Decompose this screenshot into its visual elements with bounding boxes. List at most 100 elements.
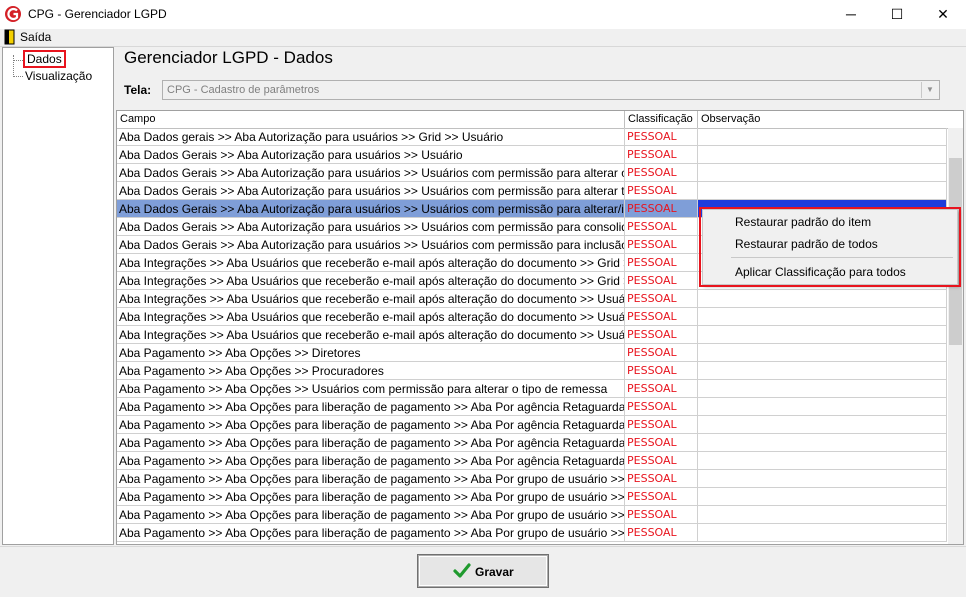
cell-classificacao[interactable]: PESSOAL: [625, 452, 698, 470]
cell-campo[interactable]: Aba Pagamento >> Aba Opções para liberaç…: [117, 398, 625, 416]
table-row[interactable]: Aba Pagamento >> Aba Opções para liberaç…: [117, 524, 947, 542]
cell-observacao[interactable]: [698, 146, 947, 164]
cell-classificacao[interactable]: PESSOAL: [625, 254, 698, 272]
table-row[interactable]: Aba Dados Gerais >> Aba Autorização para…: [117, 146, 947, 164]
table-row[interactable]: Aba Pagamento >> Aba Opções >> Diretores…: [117, 344, 947, 362]
cell-campo[interactable]: Aba Pagamento >> Aba Opções para liberaç…: [117, 506, 625, 524]
cell-campo[interactable]: Aba Integrações >> Aba Usuários que rece…: [117, 290, 625, 308]
table-row[interactable]: Aba Dados Gerais >> Aba Autorização para…: [117, 182, 947, 200]
cell-campo[interactable]: Aba Integrações >> Aba Usuários que rece…: [117, 254, 625, 272]
cell-classificacao[interactable]: PESSOAL: [625, 200, 698, 218]
cell-campo[interactable]: Aba Dados Gerais >> Aba Autorização para…: [117, 236, 625, 254]
cell-campo[interactable]: Aba Pagamento >> Aba Opções para liberaç…: [117, 470, 625, 488]
cell-campo[interactable]: Aba Dados Gerais >> Aba Autorização para…: [117, 146, 625, 164]
cell-classificacao[interactable]: PESSOAL: [625, 236, 698, 254]
cell-campo[interactable]: Aba Pagamento >> Aba Opções para liberaç…: [117, 416, 625, 434]
cell-classificacao[interactable]: PESSOAL: [625, 164, 698, 182]
cell-observacao[interactable]: [698, 416, 947, 434]
cell-observacao[interactable]: [698, 128, 947, 146]
cell-campo[interactable]: Aba Integrações >> Aba Usuários que rece…: [117, 326, 625, 344]
cell-campo[interactable]: Aba Dados Gerais >> Aba Autorização para…: [117, 164, 625, 182]
tela-select[interactable]: CPG - Cadastro de parâmetros ▼: [162, 80, 940, 100]
grid-header: Campo Classificação Observação: [117, 111, 963, 129]
column-header-campo[interactable]: Campo: [117, 111, 625, 128]
title-bar: CPG - Gerenciador LGPD ─ ☐ ✕: [0, 0, 966, 29]
close-button[interactable]: ✕: [920, 0, 966, 29]
vertical-scrollbar[interactable]: [948, 128, 963, 544]
cell-campo[interactable]: Aba Integrações >> Aba Usuários que rece…: [117, 272, 625, 290]
cell-classificacao[interactable]: PESSOAL: [625, 344, 698, 362]
tree-item-dados[interactable]: Dados: [23, 50, 66, 68]
cell-observacao[interactable]: [698, 164, 947, 182]
cell-classificacao[interactable]: PESSOAL: [625, 290, 698, 308]
table-row[interactable]: Aba Integrações >> Aba Usuários que rece…: [117, 326, 947, 344]
cell-campo[interactable]: Aba Pagamento >> Aba Opções para liberaç…: [117, 452, 625, 470]
cell-classificacao[interactable]: PESSOAL: [625, 416, 698, 434]
table-row[interactable]: Aba Pagamento >> Aba Opções para liberaç…: [117, 506, 947, 524]
cell-campo[interactable]: Aba Pagamento >> Aba Opções para liberaç…: [117, 524, 625, 542]
table-row[interactable]: Aba Pagamento >> Aba Opções para liberaç…: [117, 452, 947, 470]
cell-observacao[interactable]: [698, 470, 947, 488]
table-row[interactable]: Aba Integrações >> Aba Usuários que rece…: [117, 290, 947, 308]
table-row[interactable]: Aba Integrações >> Aba Usuários que rece…: [117, 308, 947, 326]
cell-classificacao[interactable]: PESSOAL: [625, 434, 698, 452]
minimize-button[interactable]: ─: [828, 0, 874, 29]
save-button[interactable]: Gravar: [417, 554, 549, 588]
table-row[interactable]: Aba Pagamento >> Aba Opções para liberaç…: [117, 398, 947, 416]
cell-observacao[interactable]: [698, 488, 947, 506]
cell-classificacao[interactable]: PESSOAL: [625, 362, 698, 380]
cell-observacao[interactable]: [698, 326, 947, 344]
cell-campo[interactable]: Aba Dados Gerais >> Aba Autorização para…: [117, 182, 625, 200]
column-header-observacao[interactable]: Observação: [698, 111, 963, 128]
table-row[interactable]: Aba Pagamento >> Aba Opções para liberaç…: [117, 470, 947, 488]
cell-campo[interactable]: Aba Pagamento >> Aba Opções >> Usuários …: [117, 380, 625, 398]
cell-classificacao[interactable]: PESSOAL: [625, 272, 698, 290]
cell-observacao[interactable]: [698, 506, 947, 524]
cell-campo[interactable]: Aba Pagamento >> Aba Opções para liberaç…: [117, 488, 625, 506]
table-row[interactable]: Aba Pagamento >> Aba Opções para liberaç…: [117, 416, 947, 434]
cell-observacao[interactable]: [698, 398, 947, 416]
chevron-down-icon[interactable]: ▼: [921, 82, 938, 98]
cell-observacao[interactable]: [698, 290, 947, 308]
cell-classificacao[interactable]: PESSOAL: [625, 398, 698, 416]
table-row[interactable]: Aba Pagamento >> Aba Opções >> Usuários …: [117, 380, 947, 398]
cell-observacao[interactable]: [698, 524, 947, 542]
tela-select-value: CPG - Cadastro de parâmetros: [167, 84, 320, 96]
table-row[interactable]: Aba Dados gerais >> Aba Autorização para…: [117, 128, 947, 146]
cell-classificacao[interactable]: PESSOAL: [625, 128, 698, 146]
cell-classificacao[interactable]: PESSOAL: [625, 218, 698, 236]
maximize-button[interactable]: ☐: [874, 0, 920, 29]
cell-classificacao[interactable]: PESSOAL: [625, 182, 698, 200]
cell-campo[interactable]: Aba Dados Gerais >> Aba Autorização para…: [117, 218, 625, 236]
cell-observacao[interactable]: [698, 380, 947, 398]
exit-menu-item[interactable]: Saída: [20, 30, 51, 44]
data-grid: Campo Classificação Observação Aba Dados…: [116, 110, 964, 545]
table-row[interactable]: Aba Pagamento >> Aba Opções para liberaç…: [117, 488, 947, 506]
cell-campo[interactable]: Aba Dados gerais >> Aba Autorização para…: [117, 128, 625, 146]
cell-observacao[interactable]: [698, 182, 947, 200]
cell-observacao[interactable]: [698, 344, 947, 362]
tree-item-visualizacao[interactable]: Visualização: [25, 69, 92, 83]
cell-campo[interactable]: Aba Integrações >> Aba Usuários que rece…: [117, 308, 625, 326]
cell-campo[interactable]: Aba Dados Gerais >> Aba Autorização para…: [117, 200, 625, 218]
cell-classificacao[interactable]: PESSOAL: [625, 470, 698, 488]
cell-classificacao[interactable]: PESSOAL: [625, 308, 698, 326]
table-row[interactable]: Aba Pagamento >> Aba Opções para liberaç…: [117, 434, 947, 452]
cell-campo[interactable]: Aba Pagamento >> Aba Opções para liberaç…: [117, 434, 625, 452]
cell-observacao[interactable]: [698, 452, 947, 470]
cell-campo[interactable]: Aba Pagamento >> Aba Opções >> Procurado…: [117, 362, 625, 380]
exit-door-icon: [4, 29, 15, 45]
cell-classificacao[interactable]: PESSOAL: [625, 380, 698, 398]
column-header-classificacao[interactable]: Classificação: [625, 111, 698, 128]
cell-campo[interactable]: Aba Pagamento >> Aba Opções >> Diretores: [117, 344, 625, 362]
cell-classificacao[interactable]: PESSOAL: [625, 146, 698, 164]
cell-classificacao[interactable]: PESSOAL: [625, 524, 698, 542]
cell-classificacao[interactable]: PESSOAL: [625, 326, 698, 344]
table-row[interactable]: Aba Pagamento >> Aba Opções >> Procurado…: [117, 362, 947, 380]
cell-classificacao[interactable]: PESSOAL: [625, 488, 698, 506]
cell-observacao[interactable]: [698, 434, 947, 452]
table-row[interactable]: Aba Dados Gerais >> Aba Autorização para…: [117, 164, 947, 182]
cell-observacao[interactable]: [698, 362, 947, 380]
cell-classificacao[interactable]: PESSOAL: [625, 506, 698, 524]
cell-observacao[interactable]: [698, 308, 947, 326]
